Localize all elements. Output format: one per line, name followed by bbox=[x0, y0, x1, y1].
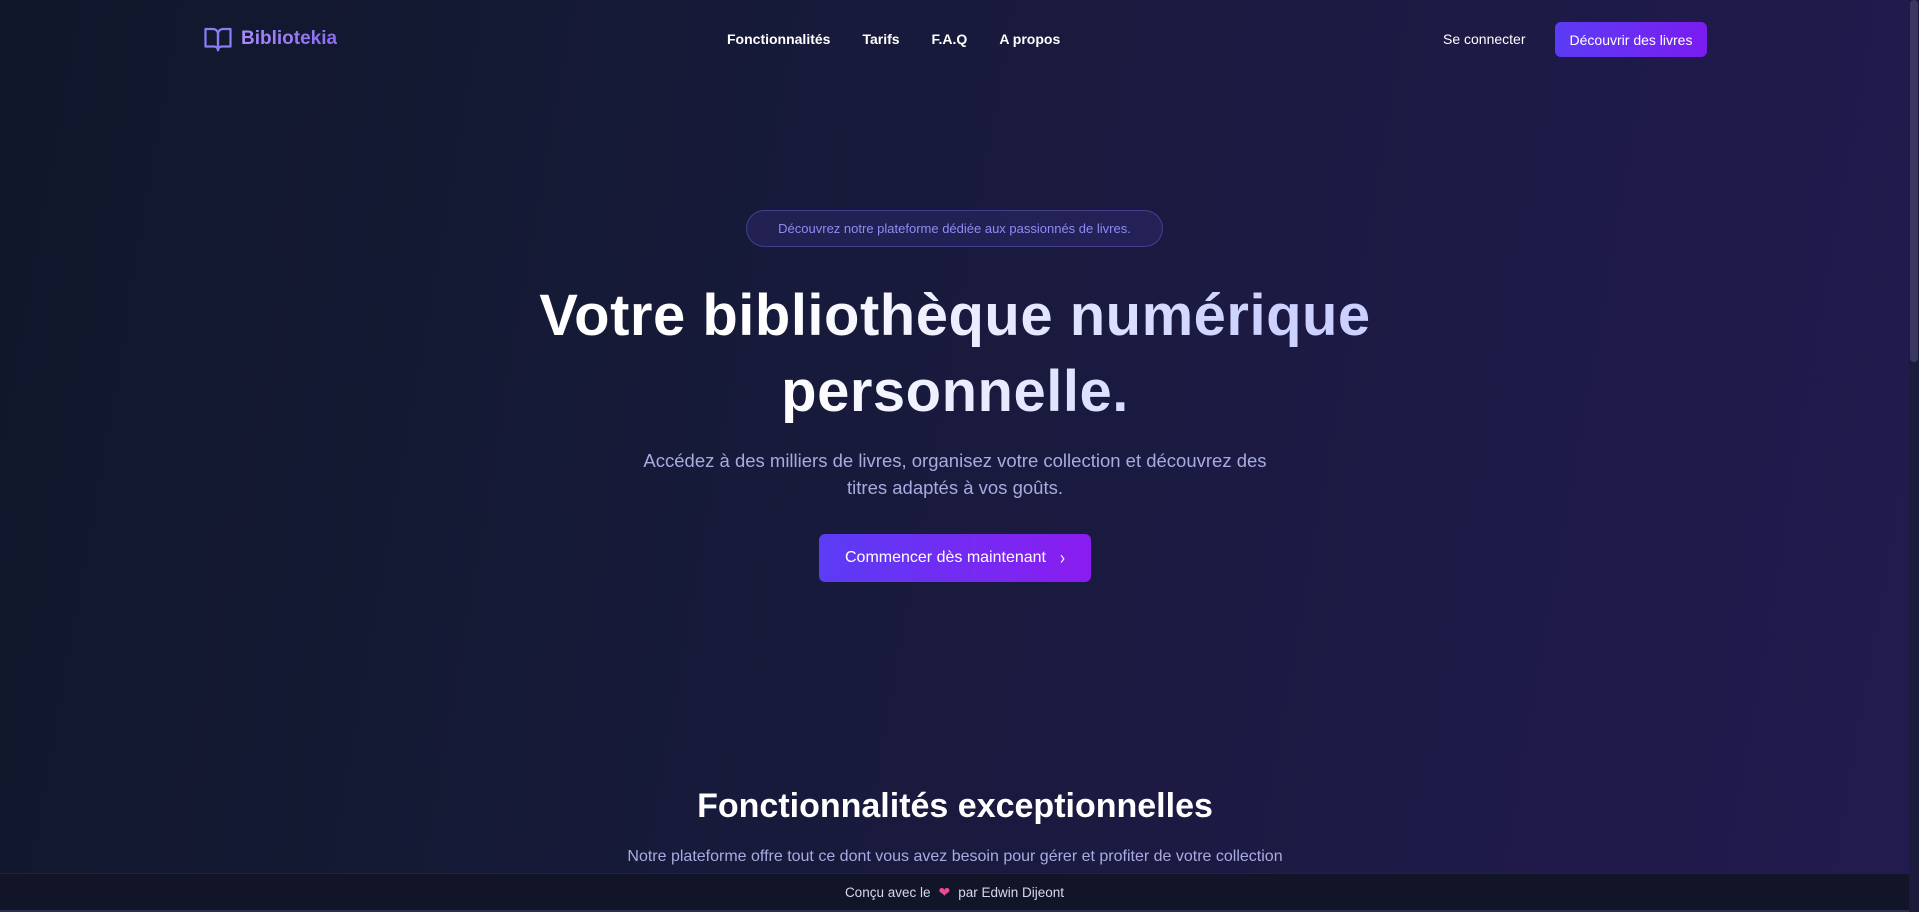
login-link[interactable]: Se connecter bbox=[1443, 31, 1526, 47]
hero-title-line1: Votre bibliothèque numérique bbox=[539, 283, 1371, 348]
chevron-right-icon: › bbox=[1059, 547, 1065, 569]
features-title: Fonctionnalités exceptionnelles bbox=[697, 787, 1213, 825]
hero-subtitle: Accédez à des milliers de livres, organi… bbox=[610, 447, 1300, 501]
nav-item-tarifs[interactable]: Tarifs bbox=[862, 31, 899, 47]
book-open-icon bbox=[203, 24, 233, 54]
hero-title-line2: personnelle. bbox=[781, 359, 1129, 424]
start-now-button[interactable]: Commencer dès maintenant › bbox=[819, 534, 1091, 582]
top-navigation: Bibliotekia Fonctionnalités Tarifs F.A.Q… bbox=[0, 0, 1909, 80]
footer-author: par Edwin Dijeont bbox=[958, 884, 1065, 900]
scrollbar-thumb[interactable] bbox=[1910, 0, 1918, 362]
discover-books-button[interactable]: Découvrir des livres bbox=[1555, 22, 1707, 57]
footer-prefix: Conçu avec le bbox=[844, 884, 931, 900]
start-now-label: Commencer dès maintenant bbox=[845, 549, 1046, 566]
brand-logo-link[interactable]: Bibliotekia bbox=[203, 24, 337, 54]
footer-bar: Conçu avec le ❤ par Edwin Dijeont bbox=[0, 873, 1909, 910]
nav-item-fonctionnalites[interactable]: Fonctionnalités bbox=[727, 31, 830, 47]
hero-badge: Découvrez notre plateforme dédiée aux pa… bbox=[746, 210, 1163, 247]
nav-item-a-propos[interactable]: A propos bbox=[999, 31, 1060, 47]
main-nav: Fonctionnalités Tarifs F.A.Q A propos bbox=[727, 31, 1060, 47]
hero-title: Votre bibliothèque numérique personnelle… bbox=[360, 278, 1550, 430]
hero-subtitle-line2: titres adaptés à vos goûts. bbox=[847, 477, 1063, 498]
scrollbar[interactable] bbox=[1909, 0, 1919, 912]
hero-subtitle-line1: Accédez à des milliers de livres, organi… bbox=[643, 450, 1267, 471]
features-subtitle: Notre plateforme offre tout ce dont vous… bbox=[627, 848, 1283, 865]
brand-name: Bibliotekia bbox=[241, 28, 338, 49]
nav-item-faq[interactable]: F.A.Q bbox=[932, 31, 968, 47]
heart-icon: ❤ bbox=[938, 883, 951, 900]
